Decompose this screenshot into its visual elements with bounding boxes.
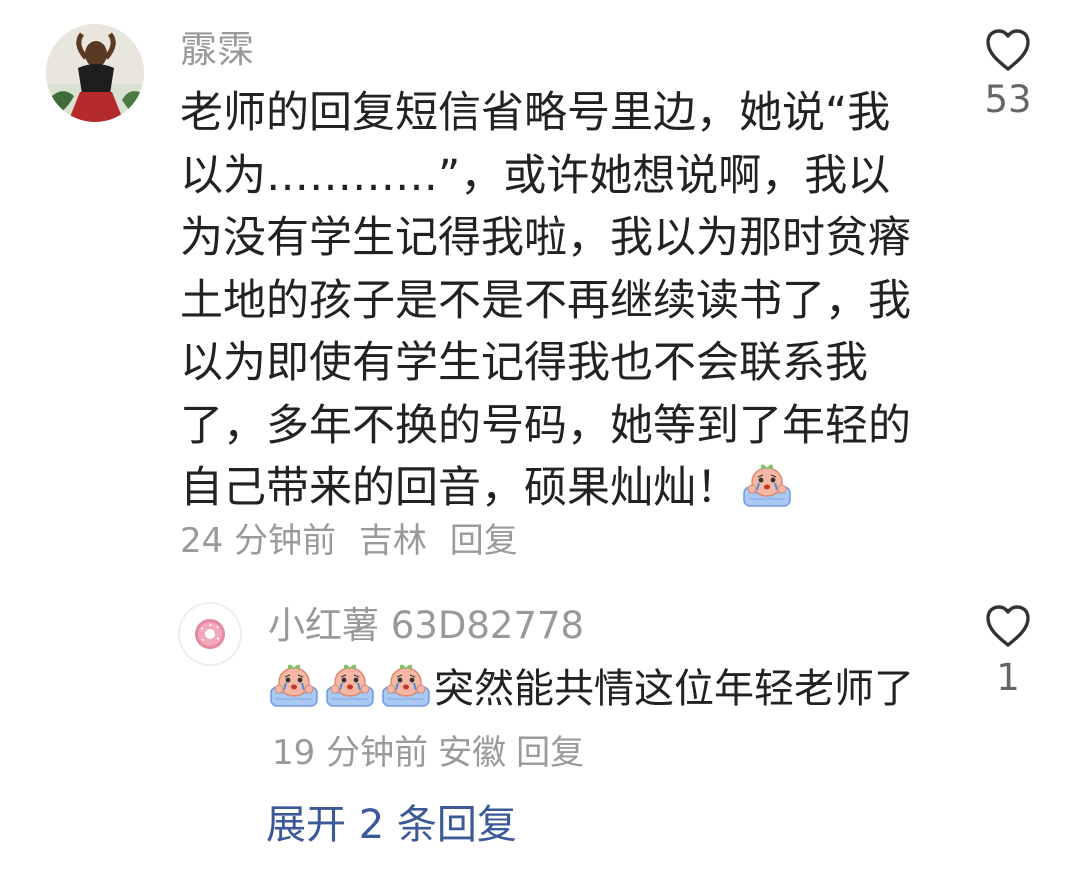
comment-thread: 霡霂 老师的回复短信省略号里边，她说“我以为…………”，或许她想说啊，我以为没有… <box>0 0 1080 890</box>
crying-emoji-icon <box>268 662 320 708</box>
comment-text-content: 老师的回复短信省略号里边，她说“我以为…………”，或许她想说啊，我以为没有学生记… <box>180 88 911 513</box>
reply-button[interactable]: 回复 <box>450 521 518 561</box>
crying-emoji-icon <box>324 662 376 708</box>
donut-icon <box>195 619 225 649</box>
avatar[interactable] <box>46 24 144 122</box>
heart-outline-icon <box>984 604 1032 648</box>
reply-reply-button[interactable]: 回复 <box>516 733 584 773</box>
comment-location: 吉林 <box>358 521 427 561</box>
reply-like-button[interactable]: 1 <box>970 604 1046 700</box>
comment-text: 老师的回复短信省略号里边，她说“我以为…………”，或许她想说啊，我以为没有学生记… <box>180 82 925 520</box>
reply-text: 突然能共情这位年轻老师了19 分钟前 安徽 回复 <box>266 658 916 784</box>
expand-replies-link[interactable]: 展开 2 条回复 <box>266 800 517 850</box>
user-photo-icon <box>46 24 144 122</box>
crying-emoji-icon <box>380 662 432 708</box>
heart-outline-icon <box>984 28 1032 72</box>
reply-meta: 19 分钟前 安徽 回复 <box>272 733 594 773</box>
reply-author[interactable]: 小红薯 63D82778 <box>268 604 584 648</box>
reply-text-content: 突然能共情这位年轻老师了 <box>434 666 914 712</box>
reply-avatar[interactable] <box>178 602 242 666</box>
comment-author[interactable]: 霡霂 <box>180 28 254 72</box>
reply-location: 安徽 <box>438 733 507 773</box>
reply-like-count: 1 <box>996 656 1020 699</box>
comment-time: 24 分钟前 <box>180 521 337 561</box>
like-count: 53 <box>984 78 1032 121</box>
reply-time: 19 分钟前 <box>272 733 429 773</box>
like-button[interactable]: 53 <box>970 28 1046 122</box>
crying-emoji-icon <box>741 462 793 508</box>
comment-meta: 24 分钟前 吉林 回复 <box>180 519 530 563</box>
